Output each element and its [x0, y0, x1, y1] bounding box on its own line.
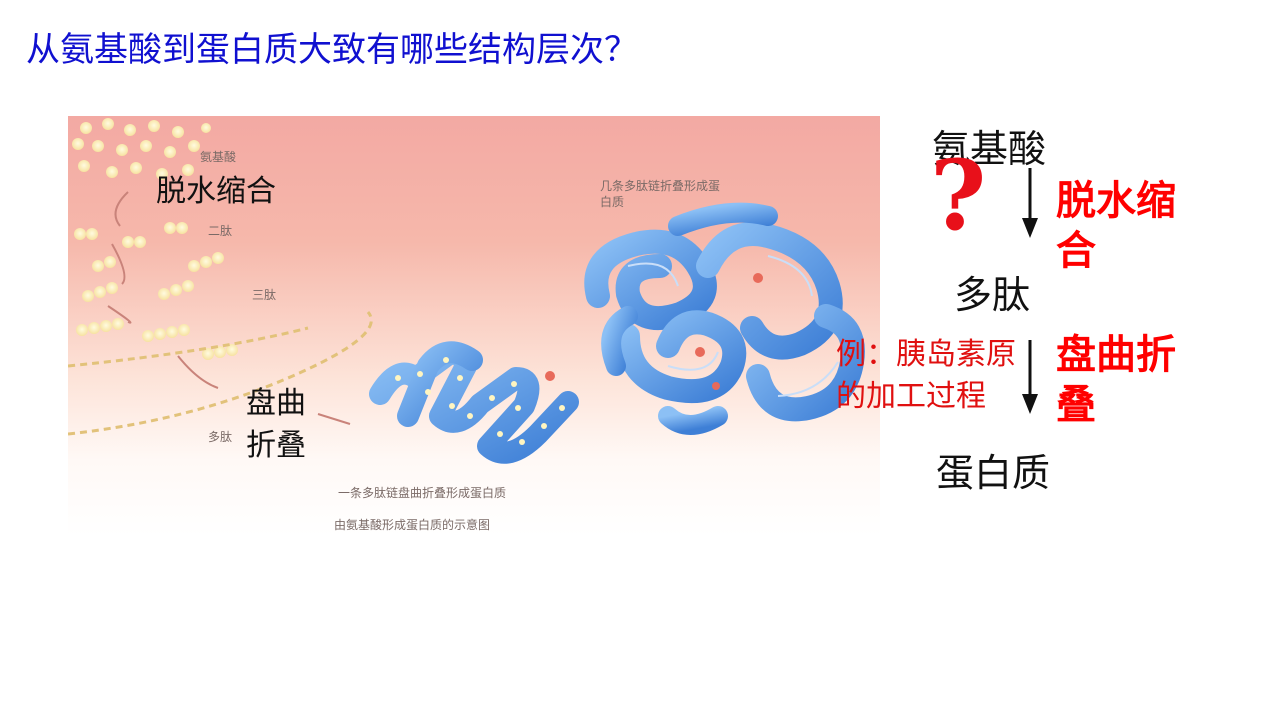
- label-amino-acid: 氨基酸: [200, 150, 237, 164]
- label-multi-chain: 几条多肽链折叠形成蛋白质: [600, 179, 721, 209]
- short-peptides: [74, 222, 238, 360]
- slide-title: 从氨基酸到蛋白质大致有哪些结构层次？: [26, 30, 638, 70]
- single-folded-chain: [369, 341, 579, 464]
- label-dipeptide: 二肽: [208, 224, 233, 238]
- arrow-down-icon: [1022, 168, 1038, 238]
- step-dehydration: 脱水缩合: [1056, 178, 1176, 274]
- flow-protein: 蛋白质: [936, 451, 1051, 495]
- overlay-folding-line2: 折叠: [246, 428, 306, 463]
- flow-polypeptide: 多肽: [954, 273, 1031, 317]
- step-folding: 盘曲折叠: [1056, 332, 1176, 428]
- overlay-folding-line1: 盘曲: [246, 386, 306, 421]
- caption-main: 由氨基酸形成蛋白质的示意图: [334, 518, 491, 532]
- amino-acid-to-protein-diagram: 氨基酸 二肽 三肽 多肽 几条多肽链折叠形成蛋白质 一条多肽链盘曲折叠形成蛋白质…: [68, 116, 880, 536]
- example-insulin: 例：胰岛素原的加工过程: [836, 337, 1016, 414]
- amino-acid-dots: [72, 118, 211, 180]
- question-mark: ?: [930, 139, 987, 252]
- label-polypeptide: 多肽: [208, 430, 233, 444]
- arrow-down-icon-2: [1022, 340, 1038, 414]
- caption-single-chain: 一条多肽链盘曲折叠形成蛋白质: [338, 486, 507, 500]
- overlay-dehydration: 脱水缩合: [156, 174, 276, 209]
- label-tripeptide: 三肽: [252, 288, 277, 302]
- protein-complex: [584, 202, 865, 435]
